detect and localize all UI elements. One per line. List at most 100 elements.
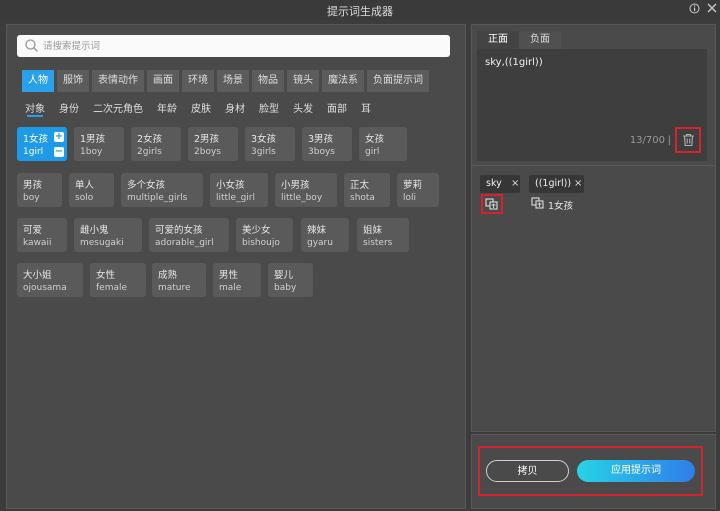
tag-en: 1girl [23, 147, 44, 157]
tag-loli[interactable]: 萝莉 loli [397, 173, 439, 207]
tag-en: 2girls [137, 147, 162, 157]
tab-magic[interactable]: 魔法系 [322, 70, 364, 92]
chip-translation: 1女孩 [548, 201, 574, 212]
tag-1boy[interactable]: 1男孩 1boy [74, 127, 124, 161]
subtab-face[interactable]: 面部 [327, 100, 347, 118]
help-icon[interactable] [688, 3, 701, 16]
tag-zh: 可爱 [23, 225, 43, 236]
tag-sisters[interactable]: 姐妹 sisters [357, 218, 409, 252]
tag-mesugaki[interactable]: 雌小鬼 mesugaki [74, 218, 142, 252]
tag-little-girl[interactable]: 小女孩 little_girl [210, 173, 268, 207]
tag-adorable-girl[interactable]: 可爱的女孩 adorable_girl [149, 218, 229, 252]
chip-1girl[interactable]: ((1girl)) × [529, 175, 584, 193]
tab-negative-prompt[interactable]: 负面 [519, 31, 561, 49]
minus-icon[interactable]: − [54, 147, 64, 157]
subtab-hair[interactable]: 头发 [293, 100, 313, 118]
tag-zh: 2女孩 [137, 134, 163, 145]
action-panel: 拷贝 应用提示词 [471, 434, 716, 509]
tag-en: boy [23, 193, 40, 203]
subtab-ear[interactable]: 耳 [361, 100, 371, 118]
tag-zh: 小男孩 [281, 180, 310, 191]
tag-solo[interactable]: 单人 solo [69, 173, 114, 207]
chip-sky[interactable]: sky × [480, 175, 520, 193]
tag-zh: 雌小鬼 [80, 225, 109, 236]
tag-multiple-girls[interactable]: 多个女孩 multiple_girls [121, 173, 203, 207]
tag-female[interactable]: 女性 female [90, 263, 146, 297]
tag-boy[interactable]: 男孩 boy [17, 173, 62, 207]
tab-environment[interactable]: 环境 [182, 70, 214, 92]
tag-zh: 辣妹 [307, 225, 327, 236]
search-box[interactable] [17, 35, 450, 57]
tag-en: sisters [363, 238, 393, 248]
apply-prompt-button[interactable]: 应用提示词 [577, 460, 695, 482]
tag-zh: 3女孩 [251, 134, 277, 145]
subtab-skin[interactable]: 皮肤 [191, 100, 211, 118]
tag-en: baby [274, 283, 297, 293]
tag-ojousama[interactable]: 大小姐 ojousama [17, 263, 83, 297]
tag-en: bishoujo [242, 238, 280, 248]
tag-3girls[interactable]: 3女孩 3girls [245, 127, 295, 161]
tag-1girl[interactable]: 1女孩 1girl + − [17, 127, 67, 161]
tag-en: loli [403, 193, 417, 203]
tag-en: 1boy [80, 147, 103, 157]
tag-3boys[interactable]: 3男孩 3boys [302, 127, 352, 161]
tag-en: 3boys [308, 147, 335, 157]
tag-zh: 可爱的女孩 [155, 225, 203, 236]
tag-mature[interactable]: 成熟 mature [152, 263, 206, 297]
tab-items[interactable]: 物品 [252, 70, 284, 92]
tab-composition[interactable]: 画面 [147, 70, 179, 92]
tag-en: 3girls [251, 147, 276, 157]
tab-scene[interactable]: 场景 [217, 70, 249, 92]
tag-zh: 男性 [219, 270, 239, 281]
title-bar: 提示词生成器 [0, 0, 720, 20]
tab-camera[interactable]: 镜头 [287, 70, 319, 92]
tag-shota[interactable]: 正太 shota [344, 173, 390, 207]
subtab-face-shape[interactable]: 脸型 [259, 100, 279, 118]
tab-person[interactable]: 人物 [22, 70, 54, 92]
category-tabs: 人物 服饰 表情动作 画面 环境 场景 物品 镜头 魔法系 负面提示词 [22, 70, 452, 92]
tag-zh: 3男孩 [308, 134, 334, 145]
tag-en: female [96, 283, 128, 293]
tag-kawaii[interactable]: 可爱 kawaii [17, 218, 67, 252]
close-icon[interactable]: × [511, 178, 519, 189]
tag-baby[interactable]: 婴儿 baby [268, 263, 313, 297]
tag-gyaru[interactable]: 辣妹 gyaru [301, 218, 349, 252]
tag-zh: 1女孩 [23, 134, 49, 145]
tab-clothing[interactable]: 服饰 [57, 70, 89, 92]
tag-girl[interactable]: 女孩 girl [359, 127, 407, 161]
tab-positive[interactable]: 正面 [477, 31, 519, 49]
prompt-text[interactable]: sky,((1girl)) [485, 57, 543, 68]
subtab-object[interactable]: 对象 [25, 100, 45, 118]
tag-en: adorable_girl [155, 238, 214, 248]
subtab-identity[interactable]: 身份 [59, 100, 79, 118]
translate-button-sky[interactable] [481, 194, 503, 214]
sub-tabs: 对象 身份 二次元角色 年龄 皮肤 身材 脸型 头发 面部耳 [25, 100, 445, 120]
tag-zh: 2男孩 [194, 134, 220, 145]
translate-icon[interactable] [531, 196, 545, 210]
close-icon[interactable] [705, 3, 718, 16]
tag-bishoujo[interactable]: 美少女 bishoujo [236, 218, 293, 252]
close-icon[interactable]: × [574, 178, 582, 189]
tag-zh: 男孩 [23, 180, 43, 191]
tag-2boys[interactable]: 2男孩 2boys [188, 127, 238, 161]
subtab-body[interactable]: 身材 [225, 100, 245, 118]
tag-little-boy[interactable]: 小男孩 little_boy [275, 173, 337, 207]
search-input[interactable] [43, 38, 423, 54]
trash-icon [683, 133, 694, 147]
subtab-age[interactable]: 年龄 [157, 100, 177, 118]
tag-2girls[interactable]: 2女孩 2girls [131, 127, 181, 161]
subtab-anime-character[interactable]: 二次元角色 [93, 100, 143, 118]
tag-en: kawaii [23, 238, 52, 248]
tag-en: male [219, 283, 242, 293]
copy-button[interactable]: 拷贝 [486, 460, 569, 482]
tab-negative[interactable]: 负面提示词 [367, 70, 429, 92]
tag-zh: 小女孩 [216, 180, 245, 191]
plus-icon[interactable]: + [54, 132, 64, 142]
tag-browser-panel: 人物服饰表情动作画面环境场景物品镜头魔法系负面提示词 对象身份二次元角色年龄皮肤… [6, 24, 466, 509]
tag-en: little_boy [281, 193, 323, 203]
tag-male[interactable]: 男性 male [213, 263, 261, 297]
tag-zh: 单人 [75, 180, 95, 191]
tab-expression[interactable]: 表情动作 [92, 70, 144, 92]
clear-prompt-button[interactable] [675, 127, 701, 153]
prompt-editor[interactable]: sky,((1girl)) 13/700 | [477, 49, 707, 161]
